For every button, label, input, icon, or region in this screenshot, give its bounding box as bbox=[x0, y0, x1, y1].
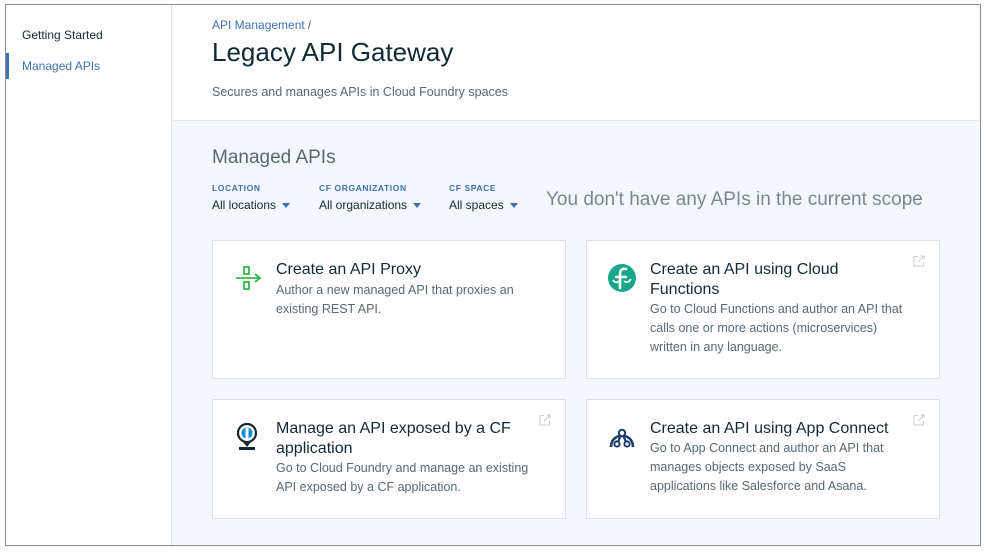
main-content: Managed APIs LOCATION All locations CF O… bbox=[172, 121, 980, 545]
card-description: Author a new managed API that proxies an… bbox=[276, 283, 514, 316]
chevron-down-icon bbox=[282, 203, 291, 209]
breadcrumb-separator: / bbox=[307, 18, 312, 32]
page-description: Secures and manages APIs in Cloud Foundr… bbox=[212, 85, 509, 99]
cloud-functions-icon bbox=[608, 264, 636, 292]
app-window: Getting Started Managed APIs API Managem… bbox=[5, 4, 981, 546]
sidebar: Getting Started Managed APIs bbox=[6, 5, 172, 545]
organization-dropdown-value: All organizations bbox=[319, 198, 408, 212]
space-dropdown-value: All spaces bbox=[449, 198, 504, 212]
space-filter-label: CF SPACE bbox=[449, 183, 497, 193]
card-description: Go to Cloud Functions and author an API … bbox=[650, 302, 903, 354]
create-api-proxy-card[interactable]: Create an API Proxy Author a new managed… bbox=[212, 240, 566, 379]
card-title: Create an API Proxy bbox=[276, 261, 421, 278]
location-filter-label: LOCATION bbox=[212, 183, 261, 193]
page-header: API Management / Legacy API Gateway Secur… bbox=[172, 5, 980, 121]
external-link-icon bbox=[913, 255, 925, 267]
location-dropdown-value: All locations bbox=[212, 198, 277, 212]
create-api-app-connect-card[interactable]: Create an API using App Connect Go to Ap… bbox=[586, 399, 940, 519]
manage-cf-api-card[interactable]: Manage an API exposed by a CF applicatio… bbox=[212, 399, 566, 519]
empty-state-message: You don't have any APIs in the current s… bbox=[546, 189, 923, 210]
organization-filter-label: CF ORGANIZATION bbox=[319, 183, 407, 193]
chevron-down-icon bbox=[413, 203, 422, 209]
space-dropdown[interactable]: All spaces bbox=[449, 198, 518, 212]
organization-dropdown[interactable]: All organizations bbox=[319, 198, 422, 212]
external-link-icon bbox=[539, 414, 551, 426]
cloud-foundry-icon bbox=[236, 422, 258, 450]
proxy-icon bbox=[236, 266, 262, 290]
location-filter[interactable]: LOCATION All locations bbox=[212, 183, 291, 212]
app-connect-icon bbox=[609, 428, 635, 448]
chevron-down-icon bbox=[509, 203, 518, 209]
card-title: Create an API using Cloud Functions bbox=[650, 261, 839, 298]
sidebar-item-managed-apis[interactable]: Managed APIs bbox=[6, 53, 171, 79]
create-api-cloud-functions-card[interactable]: Create an API using Cloud Functions Go t… bbox=[586, 240, 940, 379]
card-description: Go to Cloud Foundry and manage an existi… bbox=[276, 461, 529, 494]
card-description: Go to App Connect and author an API that… bbox=[650, 441, 884, 493]
card-title: Create an API using App Connect bbox=[650, 420, 889, 437]
card-title: Manage an API exposed by a CF applicatio… bbox=[276, 420, 511, 457]
sidebar-item-getting-started[interactable]: Getting Started bbox=[6, 22, 171, 48]
external-link-icon bbox=[913, 414, 925, 426]
breadcrumb: API Management / bbox=[212, 18, 311, 32]
section-title: Managed APIs bbox=[212, 147, 336, 168]
space-filter[interactable]: CF SPACE All spaces bbox=[449, 183, 518, 212]
location-dropdown[interactable]: All locations bbox=[212, 198, 291, 212]
organization-filter[interactable]: CF ORGANIZATION All organizations bbox=[319, 183, 422, 212]
breadcrumb-link-api-management[interactable]: API Management bbox=[212, 18, 305, 32]
page-title: Legacy API Gateway bbox=[212, 37, 454, 67]
